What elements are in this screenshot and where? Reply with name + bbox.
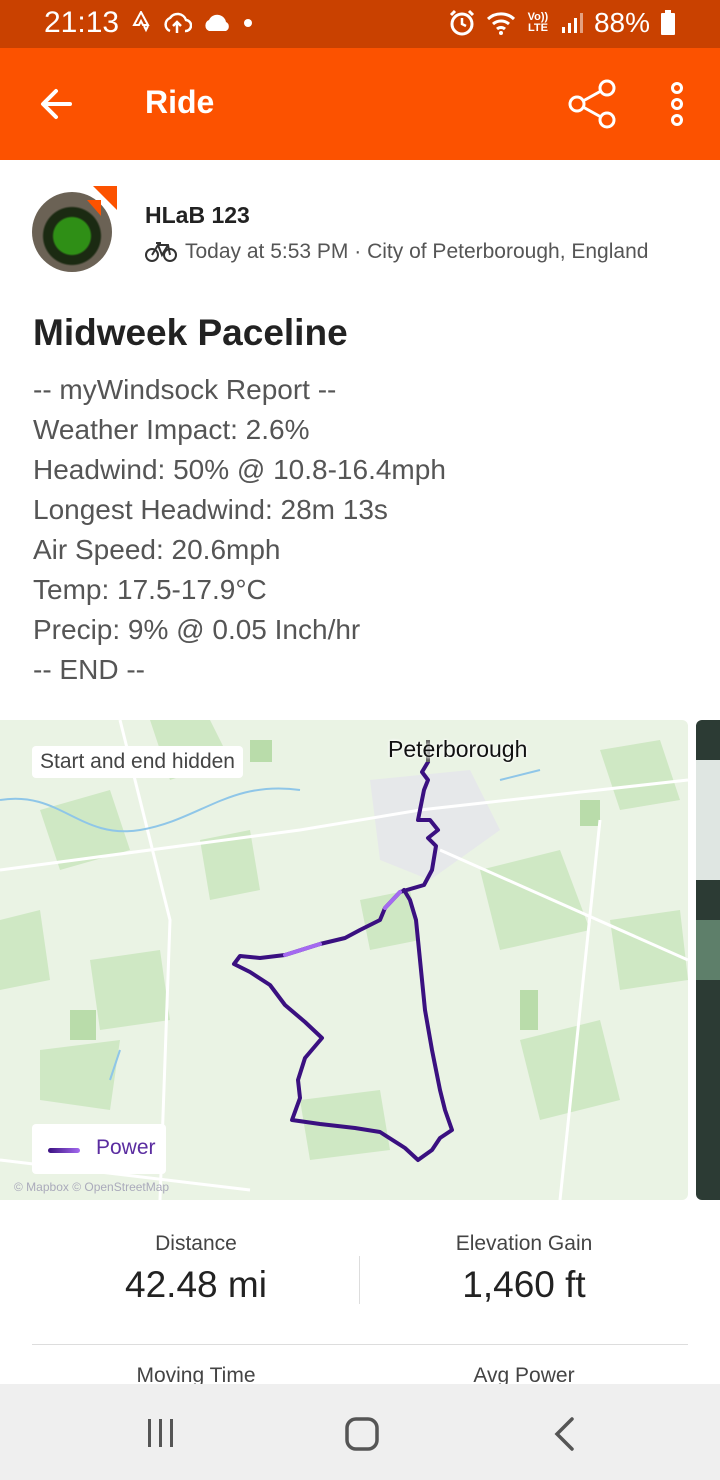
map-legend: Power	[32, 1124, 166, 1174]
description-line: Air Speed: 20.6mph	[33, 534, 281, 565]
alarm-icon	[449, 9, 475, 36]
stats-divider	[32, 1344, 688, 1345]
recents-icon[interactable]	[145, 1418, 177, 1448]
back-icon[interactable]	[552, 1416, 576, 1452]
activity-meta: Today at 5:53 PM · City of Peterborough,…	[145, 240, 648, 264]
description-line: Longest Headwind: 28m 13s	[33, 494, 388, 525]
status-bar: 21:13 Vo)) LTE 88%	[0, 0, 720, 48]
stat-value: 1,460 ft	[462, 1264, 586, 1305]
stat-distance: Distance 42.48 mi	[32, 1232, 360, 1306]
legend-swatch	[48, 1148, 80, 1153]
page-title: Ride	[145, 84, 215, 120]
cloud-upload-icon	[164, 12, 192, 33]
description-line: Weather Impact: 2.6%	[33, 414, 310, 445]
cloud-icon	[205, 14, 229, 31]
activity-description: -- myWindsock Report -- Weather Impact: …	[33, 370, 446, 690]
status-left-icons	[132, 8, 254, 38]
activity-title: Midweek Paceline	[33, 312, 348, 353]
bike-icon	[145, 242, 177, 262]
status-right-icons: Vo)) LTE 88%	[448, 7, 676, 38]
home-icon[interactable]	[344, 1416, 380, 1452]
map-city-label: Peterborough	[388, 736, 528, 762]
stat-label: Elevation Gain	[455, 1232, 593, 1255]
description-line: Temp: 17.5-17.9°C	[33, 574, 267, 605]
description-line: Headwind: 50% @ 10.8-16.4mph	[33, 454, 446, 485]
description-line: -- myWindsock Report --	[33, 374, 337, 405]
route-map[interactable]: Start and end hidden Peterborough Power …	[0, 720, 688, 1200]
athlete-header[interactable]: HLaB 123 Today at 5:53 PM · City of Pete…	[32, 186, 692, 280]
system-nav-bar	[0, 1384, 720, 1480]
stat-elevation: Elevation Gain 1,460 ft	[360, 1232, 688, 1306]
back-arrow-icon[interactable]	[36, 84, 76, 124]
more-options-icon[interactable]	[664, 80, 690, 128]
next-photo-peek[interactable]	[696, 720, 720, 1200]
battery-icon	[661, 10, 675, 35]
stat-value: 42.48 mi	[125, 1264, 267, 1305]
signal-icon	[561, 13, 583, 33]
app-bar: Ride	[0, 48, 720, 160]
privacy-chip: Start and end hidden	[32, 746, 243, 778]
description-line: Precip: 9% @ 0.05 Inch/hr	[33, 614, 361, 645]
volte-icon: Vo)) LTE	[527, 11, 549, 34]
share-icon[interactable]	[566, 78, 618, 130]
strava-notification-icon	[132, 11, 150, 33]
dot-icon	[244, 19, 252, 27]
stat-label: Distance	[155, 1232, 237, 1255]
map-attribution[interactable]: © Mapbox © OpenStreetMap	[14, 1180, 169, 1194]
wifi-icon	[486, 12, 515, 35]
legend-label: Power	[96, 1136, 156, 1159]
battery-percent: 88%	[593, 7, 650, 38]
status-time: 21:13	[44, 6, 120, 39]
description-line: -- END --	[33, 654, 145, 685]
strava-badge-icon	[87, 186, 117, 216]
athlete-name[interactable]: HLaB 123	[145, 202, 250, 229]
activity-meta-text: Today at 5:53 PM · City of Peterborough,…	[185, 240, 649, 263]
